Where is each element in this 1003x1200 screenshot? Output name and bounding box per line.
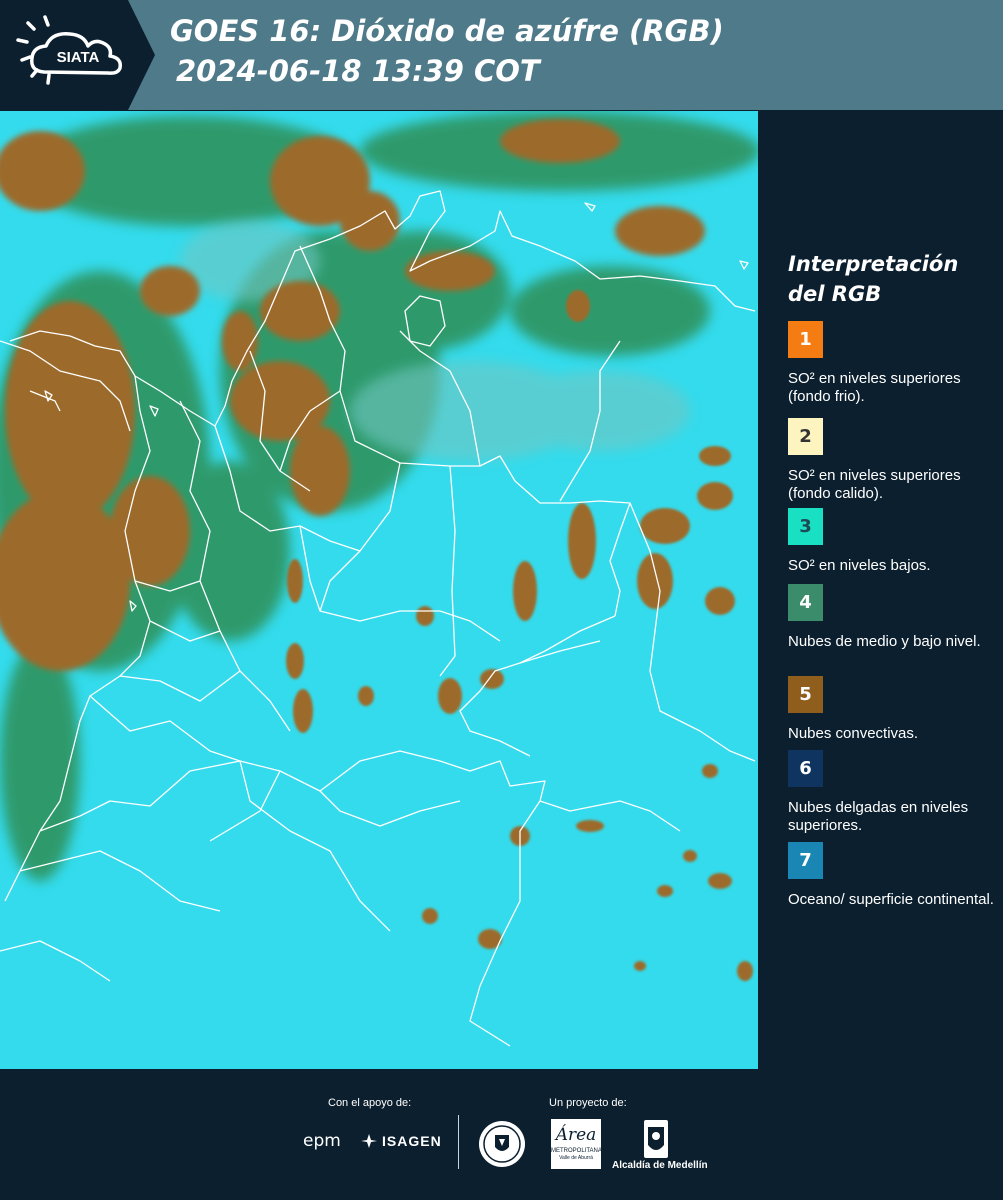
legend-item-6: 6 Nubes delgadas en niveles superiores. xyxy=(788,750,998,835)
legend-number-1: 1 xyxy=(799,329,812,350)
legend-number-2: 2 xyxy=(799,426,812,447)
epm-logo: epm xyxy=(303,1131,341,1151)
legend-swatch-1: 1 xyxy=(788,321,823,358)
alcaldia-text: Alcaldía de Medellín xyxy=(612,1160,708,1171)
siata-logo-panel: SIATA xyxy=(0,0,155,110)
area-logo-region: Valle de Aburrá xyxy=(559,1155,593,1161)
isagen-mark-icon xyxy=(361,1134,377,1148)
page-title: GOES 16: Dióxido de azúfre (RGB) xyxy=(170,14,724,48)
isagen-logo: ISAGEN xyxy=(360,1133,442,1149)
area-metropolitana-logo: Área METROPOLITANA Valle de Aburrá xyxy=(551,1119,602,1169)
legend-label-7: Oceano/ superficie continental. xyxy=(788,891,994,908)
legend-label-5: Nubes convectivas. xyxy=(788,725,919,742)
legend-title: Interpretación del RGB xyxy=(788,252,959,306)
legend-number-4: 4 xyxy=(799,592,812,613)
legend-item-7: 7 Oceano/ superficie continental. xyxy=(788,842,998,909)
legend-label-4: Nubes de medio y bajo nivel. xyxy=(788,633,981,650)
legend-item-5: 5 Nubes convectivas. xyxy=(788,676,998,743)
page-timestamp: 2024-06-18 13:39 COT xyxy=(176,54,540,88)
legend-swatch-3: 3 xyxy=(788,508,823,545)
legend-swatch-5: 5 xyxy=(788,676,823,713)
legend-label-3: SO² en niveles bajos. xyxy=(788,557,931,574)
legend-item-2: 2 SO² en niveles superiores (fondo calid… xyxy=(788,418,998,503)
legend-label-6: Nubes delgadas en niveles superiores. xyxy=(788,799,969,834)
legend-number-3: 3 xyxy=(799,516,812,537)
footer-separator xyxy=(458,1115,459,1169)
legend-item-4: 4 Nubes de medio y bajo nivel. xyxy=(788,584,998,651)
siata-logo: SIATA xyxy=(0,0,155,110)
siata-logo-text: SIATA xyxy=(57,49,100,66)
area-logo-subtitle: METROPOLITANA xyxy=(551,1148,602,1154)
legend-item-1: 1 SO² en niveles superiores (fondo frio)… xyxy=(788,321,998,406)
area-logo-text: Área xyxy=(555,1125,597,1145)
legend-label-2: SO² en niveles superiores (fondo calido)… xyxy=(788,467,961,502)
legend-swatch-7: 7 xyxy=(788,842,823,879)
support-label: Con el apoyo de: xyxy=(328,1097,412,1109)
legend-number-7: 7 xyxy=(799,850,812,871)
header-bar: SIATA GOES 16: Dióxido de azúfre (RGB) 2… xyxy=(0,0,1003,110)
legend-label-1: SO² en niveles superiores (fondo frio). xyxy=(788,370,961,405)
alcaldia-shield-icon xyxy=(644,1120,668,1158)
legend-swatch-2: 2 xyxy=(788,418,823,455)
medellin-seal-icon xyxy=(479,1121,525,1167)
isagen-text: ISAGEN xyxy=(382,1133,442,1149)
legend-panel: Interpretación del RGB 1 SO² en niveles … xyxy=(760,111,1003,1069)
legend-number-6: 6 xyxy=(799,758,812,779)
satellite-map xyxy=(0,111,758,1069)
legend-item-3: 3 SO² en niveles bajos. xyxy=(788,508,998,575)
legend-swatch-6: 6 xyxy=(788,750,823,787)
legend-swatch-4: 4 xyxy=(788,584,823,621)
project-label: Un proyecto de: xyxy=(549,1097,627,1109)
footer: Con el apoyo de: Un proyecto de: epm ISA… xyxy=(0,1069,1003,1200)
legend-number-5: 5 xyxy=(799,684,812,705)
rgb-satellite-image xyxy=(0,111,758,1069)
